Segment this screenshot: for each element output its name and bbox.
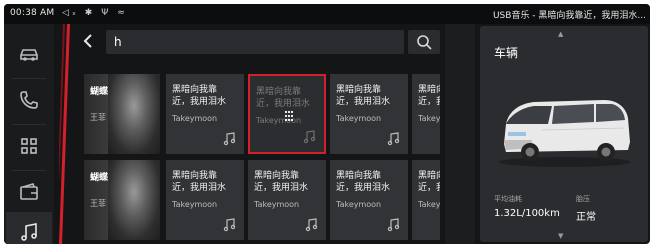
- drag-handle-icon[interactable]: [284, 110, 294, 124]
- artist-subtitle: 王菲: [90, 199, 106, 208]
- song-title: 黑暗向 近，我: [418, 171, 440, 193]
- song-artist: Takey: [418, 114, 440, 123]
- scroll-up-icon[interactable]: ▲: [558, 30, 563, 38]
- phone-icon: [20, 91, 38, 109]
- chevron-left-icon: [83, 34, 92, 48]
- song-title: 黑暗向我靠 近，我用泪水: [336, 85, 391, 107]
- vehicle-panel[interactable]: ▲ 车辆 平均油耗 1.32L/100km 胎压 正常 ▼: [480, 26, 648, 242]
- sidebar-divider: [12, 124, 46, 125]
- status-time: 00:38 AM: [10, 8, 55, 18]
- sidebar-divider: [12, 78, 46, 79]
- song-card[interactable]: 黑暗向我靠 近，我用泪水 Takeymoon: [330, 74, 408, 154]
- song-artist: Takeymoon: [172, 200, 218, 209]
- car-icon: [20, 49, 38, 61]
- sidebar: [4, 24, 54, 244]
- music-note-icon: [305, 218, 318, 232]
- tire-pressure-label: 胎压: [576, 195, 590, 203]
- now-playing-text[interactable]: USB音乐 - 黑暗向我靠近，我用泪水...: [493, 8, 646, 21]
- sidebar-item-phone[interactable]: [6, 80, 52, 120]
- music-note-icon: [223, 218, 236, 232]
- music-note-icon: [21, 223, 37, 241]
- song-title: 黑暗向我靠 近，我用泪水: [254, 171, 309, 193]
- bluetooth-icon: ✱: [84, 8, 96, 18]
- wallet-icon: [20, 183, 38, 200]
- song-title: 黑暗向我靠 近，我用泪水: [256, 87, 311, 109]
- artist-photo: [108, 160, 160, 240]
- results-row: 蝴蝶 王菲 黑暗向我靠 近，我用泪水 Takeymoon 黑暗向我靠 近，我用泪…: [84, 74, 440, 154]
- grid-edge-shadow: [445, 24, 475, 244]
- song-artist: Takeymoon: [256, 116, 302, 125]
- song-card[interactable]: 黑暗向我靠 近，我用泪水 Takeymoon: [166, 160, 244, 240]
- sidebar-divider: [12, 170, 46, 171]
- song-artist: Takeymoon: [254, 200, 300, 209]
- search-icon: [417, 35, 432, 50]
- results-grid: 蝴蝶 王菲 黑暗向我靠 近，我用泪水 Takeymoon 黑暗向我靠 近，我用泪…: [84, 74, 440, 242]
- music-note-icon: [303, 130, 316, 144]
- car-infotainment-screen: 00:38 AM ◁ₓ ✱ Ψ ≈ USB音乐 - 黑暗向我靠近，我用泪水...: [4, 4, 650, 244]
- artist-photo: [108, 74, 160, 154]
- vehicle-panel-title: 车辆: [494, 46, 519, 60]
- song-title: 黑暗向我靠 近，我用泪水: [336, 171, 391, 193]
- red-accent-stripe: [59, 24, 70, 244]
- music-note-icon: [387, 132, 400, 146]
- artist-card[interactable]: 蝴蝶 王菲: [84, 160, 160, 240]
- sidebar-item-apps[interactable]: [6, 126, 52, 166]
- scroll-down-icon[interactable]: ▼: [558, 232, 563, 240]
- sidebar-item-music[interactable]: [6, 212, 52, 244]
- artist-card[interactable]: 蝴蝶 王菲: [84, 74, 160, 154]
- song-card[interactable]: 黑暗向我靠 近，我用泪水 Takeymoon: [330, 160, 408, 240]
- song-artist: Takey: [418, 200, 440, 209]
- vehicle-image: [499, 100, 631, 167]
- song-card-partial[interactable]: 黑暗向 近，我 Takey: [412, 74, 440, 154]
- usb-icon: Ψ: [101, 8, 112, 18]
- song-title: 黑暗向 近，我: [418, 85, 440, 107]
- song-title: 黑暗向我靠 近，我用泪水: [172, 85, 227, 107]
- results-row: 蝴蝶 王菲 黑暗向我靠 近，我用泪水 Takeymoon 黑暗向我靠 近，我用泪…: [84, 160, 440, 240]
- song-card-selected[interactable]: 黑暗向我靠 近，我用泪水 Takeymoon: [248, 74, 326, 154]
- volume-mute-icon: ◁ₓ: [62, 8, 79, 18]
- song-artist: Takeymoon: [336, 114, 382, 123]
- music-note-icon: [223, 132, 236, 146]
- song-card[interactable]: 黑暗向我靠 近，我用泪水 Takeymoon: [166, 74, 244, 154]
- status-bar: 00:38 AM ◁ₓ ✱ Ψ ≈ USB音乐 - 黑暗向我靠近，我用泪水...: [4, 4, 650, 24]
- song-title: 黑暗向我靠 近，我用泪水: [172, 171, 227, 193]
- artist-name: 蝴蝶: [90, 87, 109, 97]
- fuel-consumption-value: 1.32L/100km: [494, 208, 560, 219]
- back-button[interactable]: [76, 28, 100, 54]
- sidebar-item-wallet[interactable]: [6, 172, 52, 212]
- music-note-icon: [387, 218, 400, 232]
- song-artist: Takeymoon: [336, 200, 382, 209]
- search-button[interactable]: [408, 30, 440, 54]
- sidebar-item-car[interactable]: [6, 34, 52, 74]
- wifi-icon: ≈: [117, 8, 128, 18]
- artist-name: 蝴蝶: [90, 173, 109, 183]
- artist-subtitle: 王菲: [90, 113, 106, 122]
- song-artist: Takeymoon: [172, 114, 218, 123]
- tire-pressure-value: 正常: [576, 212, 596, 223]
- search-input[interactable]: [106, 30, 404, 54]
- status-icons: ◁ₓ ✱ Ψ ≈: [62, 8, 128, 18]
- song-card[interactable]: 黑暗向我靠 近，我用泪水 Takeymoon: [248, 160, 326, 240]
- song-card-partial[interactable]: 黑暗向 近，我 Takey: [412, 160, 440, 240]
- fuel-consumption-label: 平均油耗: [494, 195, 522, 203]
- apps-grid-icon: [21, 138, 37, 154]
